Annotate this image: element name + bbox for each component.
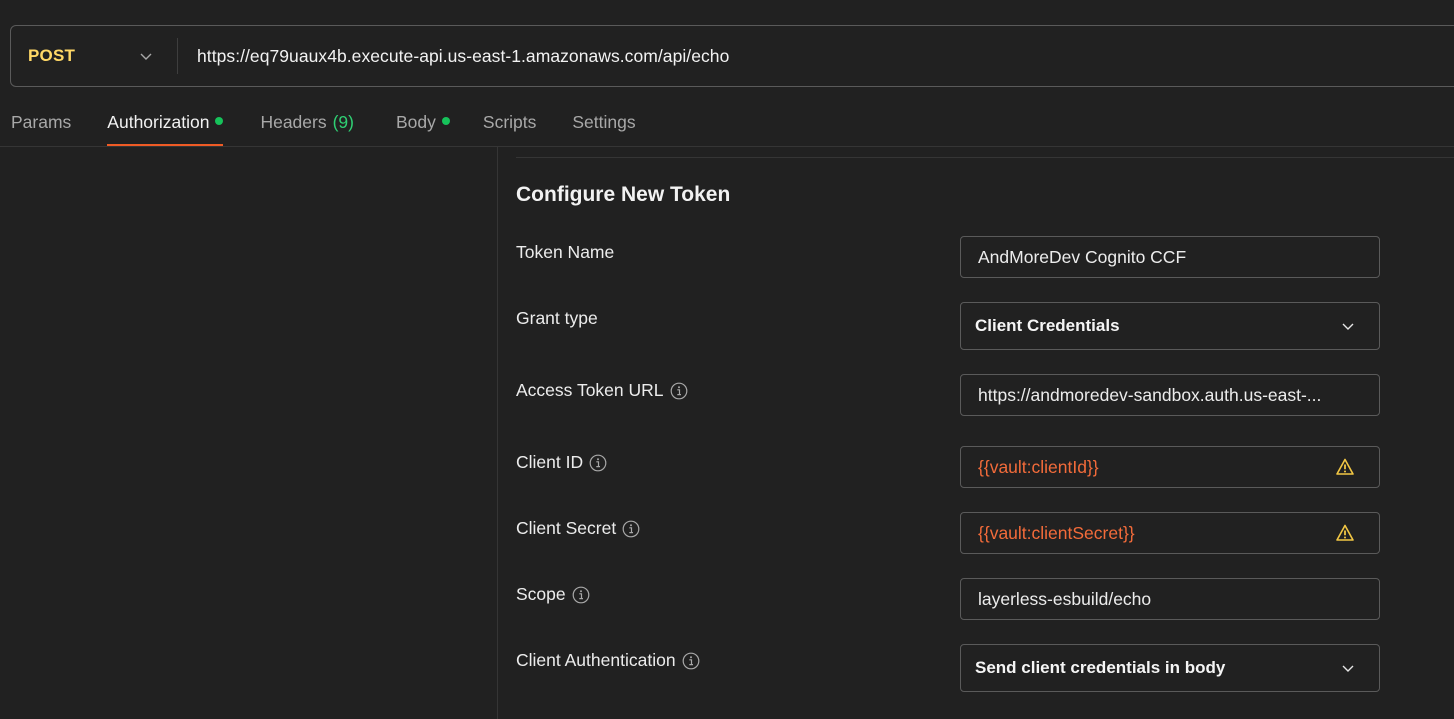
chevron-down-icon	[1342, 323, 1354, 330]
info-icon[interactable]	[622, 520, 640, 538]
label-text: Token Name	[516, 242, 615, 262]
info-icon[interactable]	[572, 586, 590, 604]
client-authentication-select[interactable]: Send client credentials in body	[960, 644, 1380, 692]
tab-authorization[interactable]: Authorization	[107, 100, 224, 146]
label-text: Grant type	[516, 308, 598, 328]
section-divider	[516, 157, 1454, 158]
token-name-input[interactable]: AndMoreDev Cognito CCF	[960, 236, 1380, 278]
headers-count: (9)	[332, 111, 354, 132]
warning-icon[interactable]	[1335, 457, 1355, 477]
field-value: Send client credentials in body	[975, 658, 1226, 677]
label-text: Scope	[516, 584, 566, 604]
tab-label: Authorization	[107, 111, 210, 132]
label-text: Client Authentication	[516, 650, 676, 670]
info-icon[interactable]	[670, 382, 688, 400]
section-title: Configure New Token	[516, 183, 731, 206]
info-icon[interactable]	[589, 454, 607, 472]
tab-label: Body	[396, 111, 436, 132]
field-value: layerless-esbuild/echo	[978, 588, 1152, 609]
request-url-bar: POST https://eq79uaux4b.execute-api.us-e…	[10, 25, 1454, 87]
token-name-label: Token Name	[516, 242, 614, 263]
client-authentication-label: Client Authentication	[516, 650, 700, 671]
tab-label: Scripts	[482, 111, 537, 132]
client-id-label: Client ID	[516, 452, 607, 473]
scope-label: Scope	[516, 584, 590, 605]
label-text: Client ID	[516, 452, 584, 472]
chevron-down-icon	[1342, 665, 1354, 672]
tab-label: Settings	[572, 111, 636, 132]
tab-label: Headers	[260, 111, 327, 132]
url-input[interactable]: https://eq79uaux4b.execute-api.us-east-1…	[178, 46, 729, 67]
method-label: POST	[28, 46, 76, 65]
grant-type-label: Grant type	[516, 308, 598, 329]
client-id-input[interactable]: {{vault:clientId}}	[960, 446, 1380, 488]
chevron-down-icon	[140, 53, 152, 60]
client-secret-label: Client Secret	[516, 518, 640, 539]
label-text: Client Secret	[516, 518, 617, 538]
client-secret-input[interactable]: {{vault:clientSecret}}	[960, 512, 1380, 554]
tab-body[interactable]: Body	[396, 100, 450, 146]
tab-label: Params	[11, 111, 72, 132]
scope-input[interactable]: layerless-esbuild/echo	[960, 578, 1380, 620]
method-select[interactable]: POST	[11, 26, 177, 86]
warning-icon[interactable]	[1335, 523, 1355, 543]
tab-settings[interactable]: Settings	[572, 100, 635, 146]
field-value: https://andmoredev-sandbox.auth.us-east-…	[978, 384, 1322, 405]
field-value: {{vault:clientId}}	[978, 456, 1099, 477]
request-tabs: Params Authorization Headers (9) Body Sc…	[0, 100, 1454, 147]
status-dot-icon	[215, 117, 224, 125]
field-value: AndMoreDev Cognito CCF	[978, 246, 1187, 267]
tab-params[interactable]: Params	[11, 100, 71, 146]
field-value: Client Credentials	[975, 316, 1120, 335]
access-token-url-input[interactable]: https://andmoredev-sandbox.auth.us-east-…	[960, 374, 1380, 416]
field-value: {{vault:clientSecret}}	[978, 522, 1135, 543]
status-dot-icon	[441, 117, 450, 125]
access-token-url-label: Access Token URL	[516, 380, 688, 401]
tab-headers[interactable]: Headers (9)	[260, 100, 354, 146]
grant-type-select[interactable]: Client Credentials	[960, 302, 1380, 350]
label-text: Access Token URL	[516, 380, 664, 400]
info-icon[interactable]	[682, 652, 700, 670]
pane-divider[interactable]	[497, 147, 498, 719]
tab-scripts[interactable]: Scripts	[483, 100, 536, 146]
